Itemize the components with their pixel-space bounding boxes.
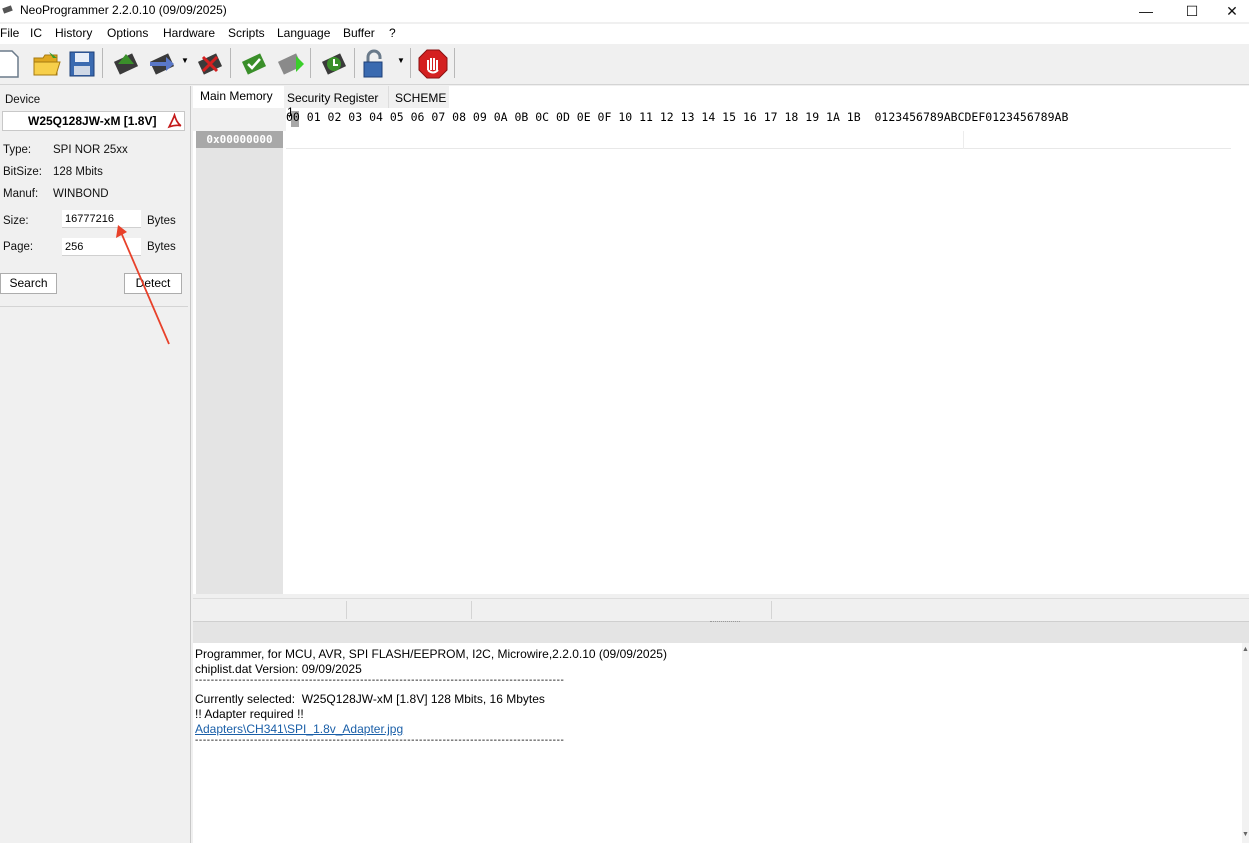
open-folder-icon[interactable] xyxy=(31,48,63,80)
stop-icon[interactable] xyxy=(417,48,449,80)
log-scrollbar[interactable]: ▲ ▼ xyxy=(1242,643,1249,843)
title-bar: NeoProgrammer 2.2.0.10 (09/09/2025) — ☐ … xyxy=(0,0,1249,22)
device-section-label: Device xyxy=(5,94,41,106)
verify-chip-icon[interactable] xyxy=(238,48,270,80)
log-line: !! Adapter required !! xyxy=(195,707,304,721)
close-button[interactable]: ✕ xyxy=(1215,0,1249,22)
read-chip-icon[interactable] xyxy=(110,48,142,80)
write-chip-icon[interactable] xyxy=(146,48,178,80)
manuf-label: Manuf: xyxy=(3,188,39,200)
address-column: 0x00000000 xyxy=(196,131,283,594)
hex-corner xyxy=(193,108,286,131)
splitter-handle[interactable] xyxy=(193,621,1249,644)
scroll-up-icon[interactable]: ▲ xyxy=(1242,646,1249,653)
maximize-icon: ☐ xyxy=(1185,2,1199,19)
auto-chip-icon[interactable] xyxy=(318,48,350,80)
status-bar xyxy=(193,598,1249,621)
lock-icon[interactable] xyxy=(358,48,390,80)
bitsize-value: 128 Mbits xyxy=(53,166,103,178)
hex-column-header: 00 01 02 03 04 05 06 07 08 09 0A 0B 0C 0… xyxy=(286,110,1069,124)
lock-dropdown-icon[interactable]: ▼ xyxy=(397,56,405,65)
erase-chip-icon[interactable] xyxy=(194,48,226,80)
log-separator: ----------------------------------------… xyxy=(195,675,565,686)
menu-bar: File IC History Options Hardware Scripts… xyxy=(0,24,1249,44)
log-line: chiplist.dat Version: 09/09/2025 xyxy=(195,662,362,676)
menu-options[interactable]: Options xyxy=(107,26,148,40)
device-name: W25Q128JW-xM [1.8V] xyxy=(28,114,157,128)
maximize-button[interactable]: ☐ xyxy=(1169,0,1215,22)
app-icon xyxy=(2,5,13,14)
log-panel[interactable]: Programmer, for MCU, AVR, SPI FLASH/EEPR… xyxy=(193,643,1245,843)
menu-file[interactable]: File xyxy=(0,26,19,40)
write-dropdown-icon[interactable]: ▼ xyxy=(181,56,189,65)
address-cell[interactable]: 0x00000000 xyxy=(196,131,283,148)
minimize-icon: — xyxy=(1139,3,1153,19)
new-file-icon[interactable] xyxy=(0,48,24,80)
menu-scripts[interactable]: Scripts xyxy=(228,26,265,40)
type-value: SPI NOR 25xx xyxy=(53,144,128,156)
menu-help[interactable]: ? xyxy=(389,26,396,40)
tab-scheme[interactable]: SCHEME xyxy=(389,86,449,108)
grip-icon[interactable] xyxy=(710,621,740,625)
adapter-link[interactable]: Adapters\CH341\SPI_1.8v_Adapter.jpg xyxy=(195,722,403,736)
menu-history[interactable]: History xyxy=(55,26,92,40)
save-icon[interactable] xyxy=(66,48,98,80)
bitsize-label: BitSize: xyxy=(3,166,42,178)
hex-row-line xyxy=(286,148,1231,149)
page-label: Page: xyxy=(3,241,34,253)
scroll-down-icon[interactable]: ▼ xyxy=(1242,831,1249,838)
tab-scheme-label: SCHEME xyxy=(395,91,447,105)
device-panel: Device W25Q128JW-xM [1.8V] Type: SPI NOR… xyxy=(0,86,191,843)
menu-ic[interactable]: IC xyxy=(30,26,42,40)
annotation-arrow-icon xyxy=(116,225,170,345)
type-label: Type: xyxy=(3,144,32,156)
tab-main-memory-label: Main Memory xyxy=(200,89,273,103)
device-name-box[interactable]: W25Q128JW-xM [1.8V] xyxy=(2,111,185,131)
menu-buffer[interactable]: Buffer xyxy=(343,26,375,40)
window-title: NeoProgrammer 2.2.0.10 (09/09/2025) xyxy=(20,3,227,17)
blank-check-icon[interactable] xyxy=(274,48,306,80)
size-label: Size: xyxy=(3,215,29,227)
ascii-divider xyxy=(963,131,964,149)
tab-main-memory[interactable]: Main Memory xyxy=(193,86,285,108)
menu-hardware[interactable]: Hardware xyxy=(163,26,215,40)
toolbar: ▼ ▼ xyxy=(0,44,1249,85)
menu-language[interactable]: Language xyxy=(277,26,330,40)
close-icon: ✕ xyxy=(1226,2,1238,19)
manuf-value: WINBOND xyxy=(53,188,109,200)
log-line: Currently selected: W25Q128JW-xM [1.8V] … xyxy=(195,692,545,706)
log-line: Programmer, for MCU, AVR, SPI FLASH/EEPR… xyxy=(195,647,667,661)
minimize-button[interactable]: — xyxy=(1123,0,1169,22)
pdf-icon[interactable] xyxy=(166,113,183,130)
hex-editor[interactable]: Main Memory Security Register 1 SCHEME 0… xyxy=(193,86,1249,594)
search-button[interactable]: Search xyxy=(0,273,57,294)
tab-security-register[interactable]: Security Register 1 xyxy=(284,86,389,119)
log-separator: ----------------------------------------… xyxy=(195,735,565,746)
